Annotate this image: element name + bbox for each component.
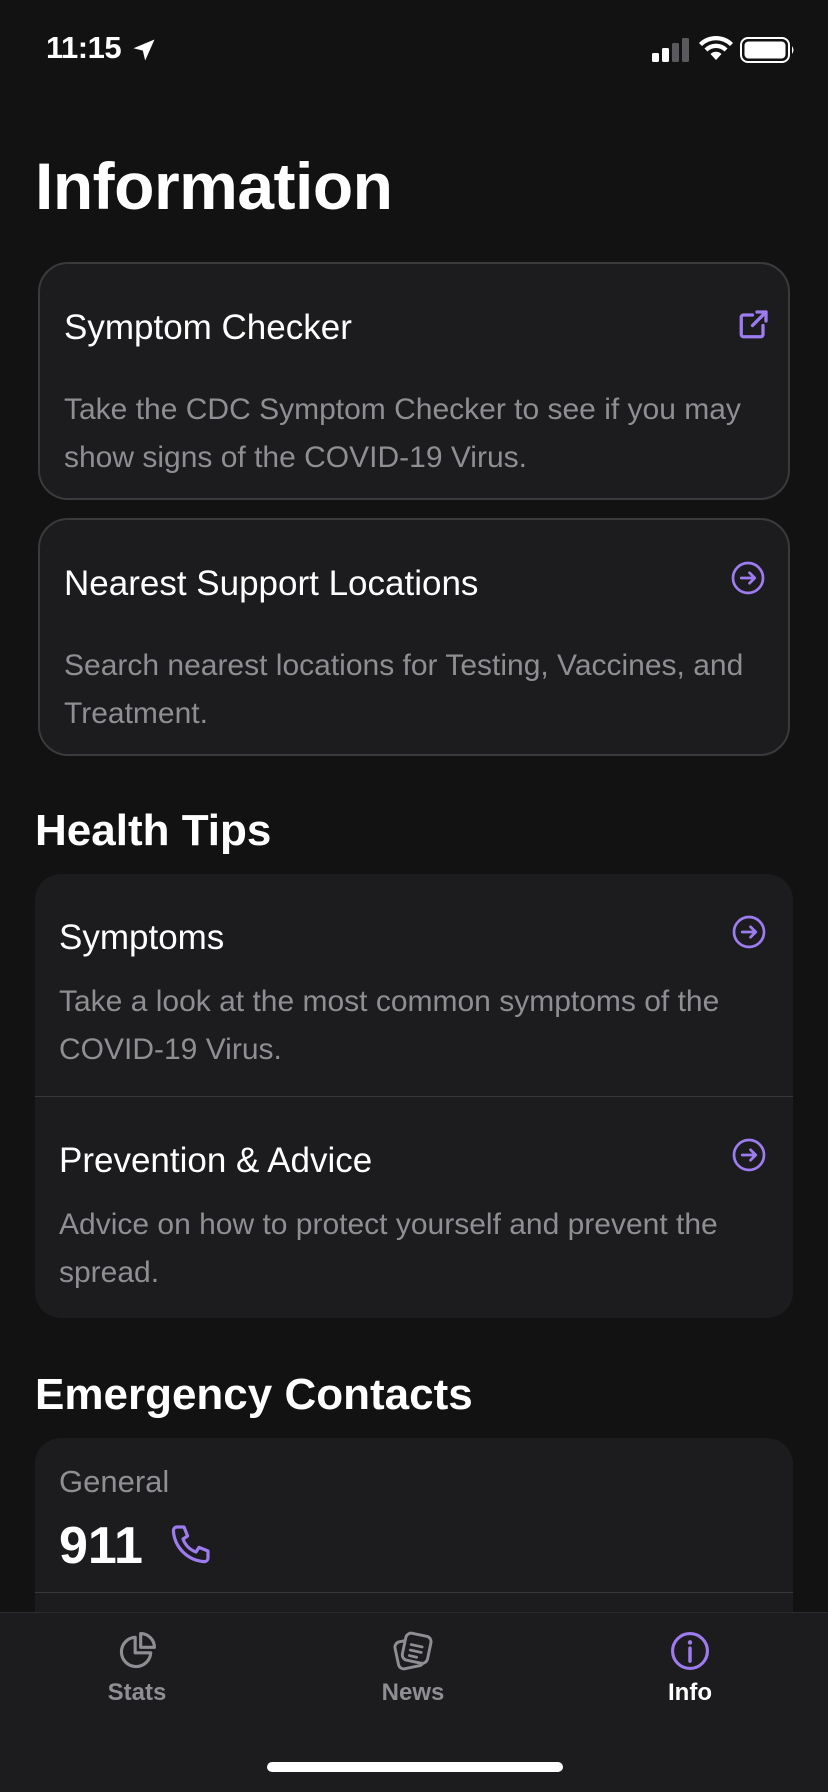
card-title: Symptom Checker	[64, 308, 352, 347]
nearest-support-locations-card[interactable]: Nearest Support Locations Search nearest…	[38, 518, 790, 756]
location-arrow-icon	[133, 39, 155, 61]
card-description: Take the CDC Symptom Checker to see if y…	[64, 393, 741, 474]
contact-general[interactable]: General 911	[35, 1438, 793, 1592]
status-bar: 11:15	[0, 0, 828, 100]
list-item-symptoms[interactable]: Symptoms Take a look at the most common …	[35, 874, 793, 1096]
list-item-prevention-advice[interactable]: Prevention & Advice Advice on how to pro…	[35, 1097, 793, 1318]
tab-info[interactable]: Info	[590, 1613, 790, 1733]
health-tips-group: Symptoms Take a look at the most common …	[35, 874, 793, 1318]
wifi-icon	[699, 35, 733, 60]
emergency-contacts-heading: Emergency Contacts	[35, 1370, 473, 1419]
arrow-right-circle-icon[interactable]	[730, 560, 766, 596]
item-title: Symptoms	[59, 918, 225, 957]
cellular-signal-icon	[652, 38, 689, 62]
item-title: Prevention & Advice	[59, 1141, 373, 1180]
tab-stats[interactable]: Stats	[37, 1613, 237, 1733]
tab-label: Info	[668, 1679, 712, 1706]
contact-number[interactable]: 911	[59, 1516, 143, 1576]
card-description: Search nearest locations for Testing, Va…	[64, 649, 744, 730]
news-icon	[393, 1631, 433, 1671]
home-indicator[interactable]	[267, 1762, 563, 1772]
health-tips-heading: Health Tips	[35, 806, 272, 855]
symptom-checker-card[interactable]: Symptom Checker Take the CDC Symptom Che…	[38, 262, 790, 500]
card-title: Nearest Support Locations	[64, 564, 479, 603]
battery-icon	[740, 37, 794, 63]
divider	[35, 1592, 793, 1593]
info-icon	[671, 1632, 709, 1670]
arrow-right-circle-icon[interactable]	[731, 914, 767, 950]
info-screen: 11:15 Information Symptom Checker Take t…	[0, 0, 828, 1792]
contact-label: General	[59, 1464, 170, 1499]
page-title: Information	[35, 149, 393, 223]
tab-news[interactable]: News	[313, 1613, 513, 1733]
external-link-icon[interactable]	[736, 306, 772, 342]
pie-chart-icon	[119, 1632, 156, 1669]
item-description: Advice on how to protect yourself and pr…	[59, 1208, 718, 1289]
arrow-right-circle-icon[interactable]	[731, 1137, 767, 1173]
item-description: Take a look at the most common symptoms …	[59, 985, 720, 1066]
tab-label: News	[381, 1679, 445, 1706]
tab-label: Stats	[107, 1679, 167, 1706]
status-time: 11:15	[46, 30, 122, 65]
phone-icon[interactable]	[167, 1520, 215, 1568]
